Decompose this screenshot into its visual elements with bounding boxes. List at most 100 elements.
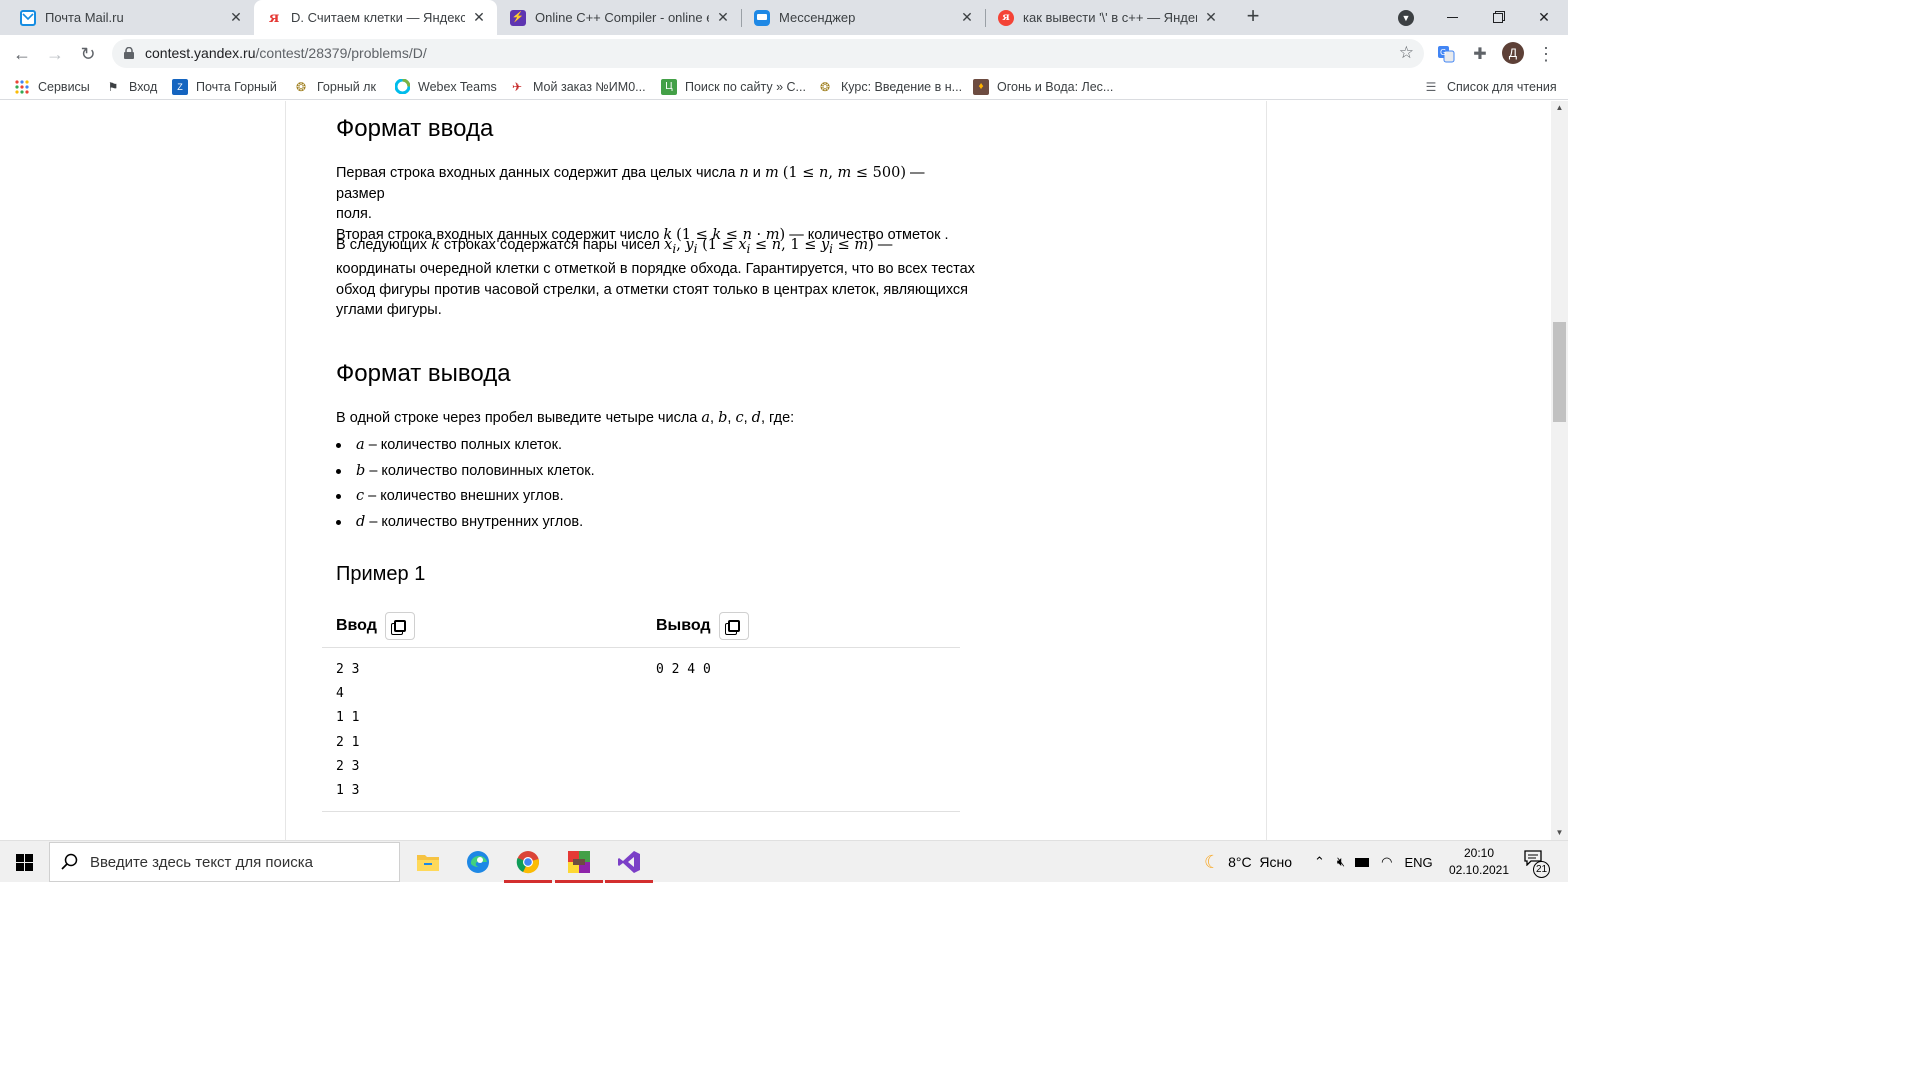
close-icon[interactable]: ✕ bbox=[471, 9, 487, 26]
tab-strip: Почта Mail.ru ✕ я D. Считаем клетки — Ян… bbox=[0, 0, 1568, 35]
tab-messenger[interactable]: Мессенджер ✕ bbox=[742, 0, 985, 35]
webex-icon bbox=[394, 79, 410, 95]
copy-output-button[interactable] bbox=[718, 612, 749, 640]
clock[interactable]: 20:10 02.10.2021 bbox=[1448, 845, 1510, 879]
restore-button[interactable] bbox=[1475, 0, 1521, 35]
chevron-up-icon[interactable]: ⌃ bbox=[1314, 854, 1325, 870]
volume-muted-icon[interactable]: 🔇︎ bbox=[1337, 854, 1345, 870]
lock-icon bbox=[124, 47, 134, 59]
input-format-paragraph-2: В следующих k строках содержатся пары чи… bbox=[336, 237, 975, 319]
input-format-paragraph-1: Первая строка входных данных содержит дв… bbox=[336, 165, 949, 243]
bookmark-gorny-lk[interactable]: ❂ Горный лк bbox=[293, 78, 376, 95]
battery-icon[interactable] bbox=[1355, 857, 1370, 867]
svg-text:G: G bbox=[1440, 48, 1446, 57]
chrome-button[interactable] bbox=[504, 841, 552, 883]
back-button[interactable]: ← bbox=[9, 41, 35, 67]
reload-button[interactable]: ↻ bbox=[75, 41, 101, 67]
minimize-icon bbox=[1446, 17, 1458, 18]
output-format-list: a – количество полных клеток. b – количе… bbox=[336, 435, 595, 537]
avatar[interactable]: Д bbox=[1502, 42, 1524, 64]
taskbar-search[interactable]: Введите здесь текст для поиска bbox=[49, 842, 400, 882]
notification-center-button[interactable]: 21 bbox=[1524, 850, 1550, 878]
bookmark-login[interactable]: ⚑ Вход bbox=[105, 78, 158, 95]
url-text[interactable]: contest.yandex.ru/contest/28379/problems… bbox=[145, 45, 427, 61]
arrow-left-icon: ← bbox=[13, 43, 31, 64]
tab-search-button[interactable]: ▼ bbox=[1383, 0, 1429, 35]
emblem-icon: ❂ bbox=[819, 79, 831, 94]
column-divider bbox=[1266, 101, 1267, 840]
mail-icon: Z bbox=[172, 78, 188, 95]
list-item: b – количество половинных клеток. bbox=[336, 461, 595, 487]
site-search-icon: Ц bbox=[661, 78, 677, 95]
bookmark-site-search[interactable]: Ц Поиск по сайту » С... bbox=[661, 78, 806, 95]
visual-studio-icon bbox=[618, 851, 640, 873]
copy-icon bbox=[393, 620, 406, 632]
address-bar[interactable]: contest.yandex.ru/contest/28379/problems… bbox=[112, 39, 1424, 68]
arrow-right-icon: → bbox=[46, 43, 64, 64]
visual-studio-button[interactable] bbox=[605, 841, 653, 883]
bookmark-star-icon[interactable]: ☆ bbox=[1399, 43, 1414, 63]
reload-icon: ↻ bbox=[80, 43, 96, 64]
close-window-button[interactable]: ✕ bbox=[1521, 0, 1567, 35]
close-icon[interactable]: ✕ bbox=[959, 9, 975, 26]
scroll-up-icon[interactable]: ▲ bbox=[1551, 101, 1568, 115]
menu-dots-icon[interactable]: ⋮ bbox=[1534, 42, 1558, 66]
list-item: a – количество полных клеток. bbox=[336, 435, 595, 461]
bookmarks-bar: Сервисы ⚑ Вход Z Почта Горный ❂ Горный л… bbox=[0, 72, 1568, 100]
bookmark-course[interactable]: ❂ Курс: Введение в н... bbox=[817, 78, 962, 95]
forward-button[interactable]: → bbox=[42, 41, 68, 67]
edge-icon bbox=[467, 851, 489, 873]
bookmark-game[interactable]: ♦ Огонь и Вода: Лес... bbox=[973, 78, 1113, 95]
minimize-button[interactable] bbox=[1429, 0, 1475, 35]
language-indicator[interactable]: ENG bbox=[1404, 855, 1432, 870]
game-icon: ♦ bbox=[973, 78, 989, 95]
chrome-icon bbox=[516, 851, 539, 874]
example-output-text: 0 2 4 0 bbox=[656, 662, 711, 677]
output-format-title: Формат вывода bbox=[336, 360, 511, 387]
extensions-icon[interactable]: ✚ bbox=[1468, 42, 1492, 66]
bookmark-webex[interactable]: Webex Teams bbox=[394, 78, 497, 95]
tab-yandex-search[interactable]: я как вывести '\' в с++ — Яндекс ✕ bbox=[986, 0, 1229, 35]
new-tab-button[interactable]: + bbox=[1241, 5, 1265, 29]
column-divider bbox=[285, 101, 286, 840]
tray-icons: ⌃ 🔇︎ ◠ ENG bbox=[1314, 841, 1433, 883]
tab-problem[interactable]: я D. Считаем клетки — Яндекс, О ✕ bbox=[254, 0, 497, 35]
moon-icon: ☾ bbox=[1204, 851, 1221, 872]
yandex-search-icon: я bbox=[998, 9, 1014, 26]
bookmark-order[interactable]: ✈ Мой заказ №ИМ0... bbox=[509, 78, 646, 95]
bookmark-mail-gorny[interactable]: Z Почта Горный bbox=[172, 78, 277, 95]
copy-input-button[interactable] bbox=[384, 612, 415, 640]
example-title: Пример 1 bbox=[336, 563, 426, 585]
reading-list[interactable]: ☰ Список для чтения bbox=[1423, 78, 1557, 95]
divider bbox=[322, 811, 960, 812]
translate-icon[interactable]: G bbox=[1434, 42, 1458, 66]
tab-compiler[interactable]: ⚡ Online C++ Compiler - online ed ✕ bbox=[498, 0, 741, 35]
start-button[interactable] bbox=[0, 841, 48, 883]
order-icon: ✈ bbox=[511, 79, 523, 94]
messenger-icon bbox=[754, 9, 770, 26]
windows-logo-icon bbox=[15, 853, 33, 871]
archive-icon bbox=[568, 851, 590, 873]
example-output-header: Вывод bbox=[656, 612, 749, 640]
winrar-button[interactable] bbox=[555, 841, 603, 883]
windows-taskbar: Введите здесь текст для поиска ☾ 8°C Ясн… bbox=[0, 840, 1568, 883]
page-content: Формат ввода Первая строка входных данны… bbox=[0, 101, 1568, 840]
close-icon[interactable]: ✕ bbox=[715, 9, 731, 26]
close-icon[interactable]: ✕ bbox=[1203, 9, 1219, 26]
page-scrollbar[interactable]: ▲ ▼ bbox=[1551, 101, 1568, 840]
apps-grid-icon bbox=[14, 79, 30, 95]
edge-button[interactable] bbox=[454, 841, 502, 883]
flag-icon: ⚑ bbox=[107, 79, 119, 94]
close-icon: ✕ bbox=[1538, 9, 1550, 25]
file-explorer-button[interactable] bbox=[404, 841, 452, 883]
tab-mail[interactable]: Почта Mail.ru ✕ bbox=[8, 0, 254, 35]
restore-icon bbox=[1493, 12, 1503, 23]
scroll-thumb[interactable] bbox=[1553, 322, 1566, 422]
wifi-icon[interactable]: ◠ bbox=[1381, 854, 1392, 870]
weather-widget[interactable]: ☾ 8°C Ясно bbox=[1204, 841, 1292, 883]
scroll-down-icon[interactable]: ▼ bbox=[1551, 826, 1568, 840]
close-icon[interactable]: ✕ bbox=[228, 9, 244, 26]
chevron-down-icon: ▼ bbox=[1398, 9, 1414, 26]
input-format-title: Формат ввода bbox=[336, 115, 494, 142]
bookmark-services[interactable]: Сервисы bbox=[14, 78, 90, 95]
